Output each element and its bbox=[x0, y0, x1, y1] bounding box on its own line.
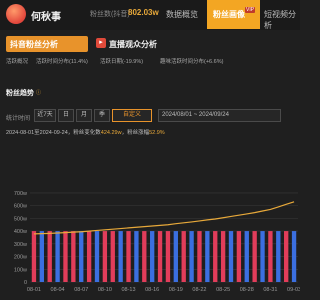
trend-line bbox=[33, 201, 295, 235]
nav-tab-overview[interactable]: 数据概览 bbox=[166, 9, 198, 20]
username: 何秋事 bbox=[31, 12, 61, 23]
bar bbox=[94, 231, 100, 282]
section-title: 粉丝趋势 bbox=[6, 90, 34, 97]
bar bbox=[244, 231, 249, 282]
x-tick-label: 08-07 bbox=[74, 287, 88, 293]
bar bbox=[205, 231, 210, 282]
tab-fans-analysis-label: 抖音粉丝分析 bbox=[10, 40, 58, 49]
x-tick-label: 08-01 bbox=[27, 287, 41, 293]
range-label: 统计时间 bbox=[6, 116, 31, 122]
bar bbox=[252, 231, 257, 282]
x-tick-label: 08-31 bbox=[263, 287, 277, 293]
range-btn-7d[interactable]: 近7天 bbox=[34, 109, 56, 122]
bar bbox=[189, 231, 194, 282]
date-to: 2024/09/24 bbox=[198, 112, 229, 118]
y-tick-label: 300w bbox=[14, 242, 27, 248]
bar bbox=[31, 231, 37, 282]
y-tick-label: 200w bbox=[14, 255, 27, 261]
bar bbox=[47, 231, 52, 282]
x-tick-label: 08-22 bbox=[192, 287, 206, 293]
nav-tab-fans-portrait[interactable]: 粉丝画像 VIP bbox=[207, 0, 260, 29]
range-btn-month[interactable]: 月 bbox=[76, 109, 92, 122]
tab-live-analysis-label: 直播观众分析 bbox=[109, 40, 157, 49]
bar bbox=[118, 231, 123, 282]
subtab-active-date[interactable]: 活跃日期(-19.9%) bbox=[100, 57, 143, 65]
bar bbox=[220, 231, 226, 282]
subtab-fun-active[interactable]: 趣味活跃时间分布(+6.6%) bbox=[160, 57, 223, 65]
bar bbox=[86, 231, 92, 282]
bar bbox=[150, 231, 155, 282]
subtab-overview[interactable]: 活跃概况 bbox=[6, 57, 28, 65]
date-separator: ~ bbox=[193, 112, 198, 118]
sub-tabs: 活跃概况 活跃时间分布(11.4%) 活跃日期(-19.9%) 趣味活跃时间分布… bbox=[0, 54, 300, 67]
x-tick-label: 08-28 bbox=[240, 287, 254, 293]
date-from: 2024/08/01 bbox=[162, 112, 193, 118]
avatar[interactable] bbox=[6, 4, 26, 24]
range-btn-custom[interactable]: 自定义 bbox=[112, 109, 152, 122]
tab-live-analysis[interactable]: ▸ 直播观众分析 bbox=[96, 36, 176, 52]
bar bbox=[197, 231, 202, 282]
bar bbox=[110, 231, 115, 282]
bar bbox=[142, 231, 147, 282]
subtab-active-time[interactable]: 活跃时间分布(11.4%) bbox=[36, 57, 88, 65]
bar bbox=[236, 231, 242, 282]
bar bbox=[276, 231, 281, 282]
date-range-picker[interactable]: 2024/08/01 ~ 2024/09/24 bbox=[158, 109, 281, 122]
summary-text-1: 2024-08-01至2024-09-24，粉丝变化数 bbox=[6, 130, 101, 136]
summary-text-2: ，粉丝涨幅 bbox=[121, 130, 150, 136]
bar bbox=[291, 231, 297, 282]
fans-value: 802.03w bbox=[128, 8, 159, 17]
bar bbox=[134, 231, 139, 282]
x-tick-label: 08-25 bbox=[216, 287, 230, 293]
bar bbox=[55, 231, 60, 282]
x-tick-label: 08-13 bbox=[121, 287, 135, 293]
y-tick-label: 0 bbox=[24, 280, 27, 286]
x-tick-label: 08-16 bbox=[145, 287, 159, 293]
range-btn-day[interactable]: 日 bbox=[58, 109, 74, 122]
y-tick-label: 500w bbox=[14, 216, 27, 222]
y-tick-label: 100w bbox=[14, 267, 27, 273]
fans-label: 粉丝数(抖音) bbox=[90, 11, 130, 18]
top-bar: 何秋事 粉丝数(抖音) 802.03w 数据概览 粉丝画像 VIP 短视频分析 bbox=[0, 0, 300, 30]
y-tick-label: 600w bbox=[14, 204, 27, 210]
summary-growth: 52.9% bbox=[149, 130, 165, 136]
bar bbox=[260, 231, 265, 282]
info-icon: ⓘ bbox=[36, 90, 42, 96]
bar bbox=[79, 231, 84, 282]
bar bbox=[63, 231, 68, 282]
nav-tab-video-analysis[interactable]: 短视频分析 bbox=[264, 9, 300, 31]
summary-change: 424.29w bbox=[100, 130, 122, 136]
bar bbox=[213, 231, 218, 282]
x-tick-label: 08-10 bbox=[98, 287, 112, 293]
trend-summary: 2024-08-01至2024-09-24，粉丝变化数424.29w，粉丝涨幅5… bbox=[6, 128, 165, 136]
fans-trend-chart: 0 100w 200w 300w 400w 500w 600w 700w 08-01 08-04 0… bbox=[14, 191, 300, 293]
bar bbox=[268, 231, 273, 282]
range-btn-quarter[interactable]: 季 bbox=[94, 109, 110, 122]
bar bbox=[157, 231, 163, 282]
nav-tab-label: 粉丝画像 bbox=[213, 10, 245, 19]
x-tick-label: 08-04 bbox=[51, 287, 65, 293]
bar bbox=[102, 231, 108, 282]
x-tick-label: 08-19 bbox=[169, 287, 183, 293]
tab-fans-analysis[interactable]: 抖音粉丝分析 bbox=[6, 36, 88, 52]
vip-badge: VIP bbox=[245, 7, 256, 13]
y-tick-label: 700w bbox=[14, 191, 27, 197]
bar bbox=[71, 231, 76, 282]
x-tick-label: 09-03 bbox=[287, 287, 300, 293]
y-tick-label: 400w bbox=[14, 229, 27, 235]
bar bbox=[39, 231, 44, 282]
bar bbox=[126, 231, 131, 282]
bar bbox=[181, 231, 186, 282]
bar bbox=[228, 231, 234, 282]
bar bbox=[284, 231, 289, 282]
bar bbox=[173, 231, 178, 282]
bar bbox=[165, 231, 171, 282]
live-icon: ▸ bbox=[96, 38, 106, 48]
